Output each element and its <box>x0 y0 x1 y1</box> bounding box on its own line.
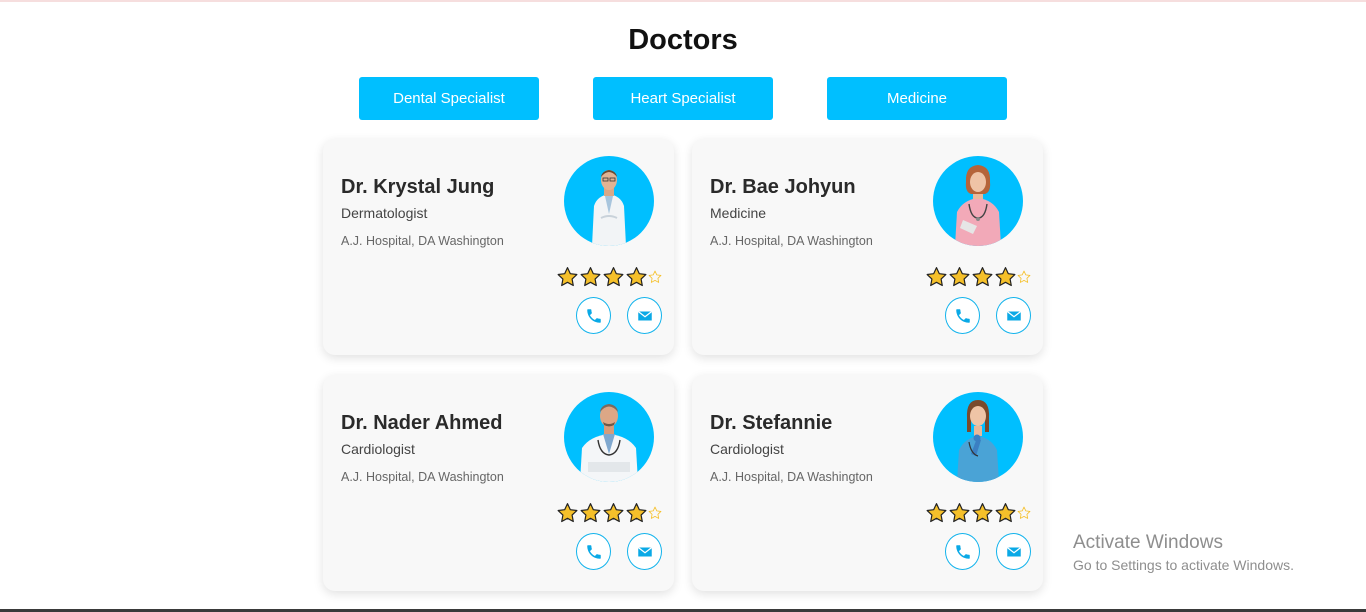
star-filled-icon <box>626 503 647 523</box>
envelope-icon <box>1006 310 1021 320</box>
star-empty-icon <box>1017 506 1031 519</box>
email-button[interactable] <box>627 297 662 334</box>
doctor-hospital: A.J. Hospital, DA Washington <box>710 234 873 248</box>
star-filled-icon <box>603 267 624 287</box>
phone-icon <box>586 544 601 559</box>
star-filled-icon <box>972 267 993 287</box>
star-filled-icon <box>557 503 578 523</box>
filter-medicine-button[interactable]: Medicine <box>827 77 1007 120</box>
envelope-icon <box>637 310 652 320</box>
star-empty-icon <box>648 270 662 283</box>
doctor-card: Dr. Bae Johyun Medicine A.J. Hospital, D… <box>692 139 1043 355</box>
email-button[interactable] <box>996 533 1031 570</box>
call-button[interactable] <box>576 297 611 334</box>
star-empty-icon <box>648 506 662 519</box>
specialty-filter-bar: Dental Specialist Heart Specialist Medic… <box>359 77 1007 120</box>
watermark-title: Activate Windows <box>1073 532 1223 553</box>
page-title: Doctors <box>628 24 738 56</box>
doctor-specialty: Medicine <box>710 205 767 221</box>
filter-heart-specialist-button[interactable]: Heart Specialist <box>593 77 773 120</box>
doctor-specialty: Dermatologist <box>341 205 428 221</box>
star-filled-icon <box>949 503 970 523</box>
watermark-subtitle: Go to Settings to activate Windows. <box>1073 557 1294 573</box>
star-filled-icon <box>926 267 947 287</box>
doctor-specialty: Cardiologist <box>341 441 415 457</box>
doctor-name: Dr. Stefannie <box>710 412 833 434</box>
doctor-card: Dr. Stefannie Cardiologist A.J. Hospital… <box>692 375 1043 591</box>
doctor-hospital: A.J. Hospital, DA Washington <box>710 470 873 484</box>
rating-stars <box>556 502 662 524</box>
call-button[interactable] <box>576 533 611 570</box>
doctor-name: Dr. Krystal Jung <box>341 176 495 198</box>
call-button[interactable] <box>945 297 980 334</box>
doctor-hospital: A.J. Hospital, DA Washington <box>341 234 504 248</box>
windows-activation-watermark: Activate Windows Go to Settings to activ… <box>1073 532 1294 573</box>
star-filled-icon <box>557 267 578 287</box>
doctor-name: Dr. Nader Ahmed <box>341 412 503 434</box>
rating-stars <box>925 502 1031 524</box>
star-filled-icon <box>926 503 947 523</box>
doctor-specialty: Cardiologist <box>710 441 784 457</box>
doctor-card: Dr. Krystal Jung Dermatologist A.J. Hosp… <box>323 139 674 355</box>
doctor-avatar <box>933 392 1023 482</box>
email-button[interactable] <box>996 297 1031 334</box>
doctor-avatar <box>933 156 1023 246</box>
filter-dental-specialist-button[interactable]: Dental Specialist <box>359 77 539 120</box>
star-filled-icon <box>995 267 1016 287</box>
doctor-avatar <box>564 156 654 246</box>
star-filled-icon <box>626 267 647 287</box>
phone-icon <box>955 544 970 559</box>
star-empty-icon <box>1017 270 1031 283</box>
email-button[interactable] <box>627 533 662 570</box>
doctor-hospital: A.J. Hospital, DA Washington <box>341 470 504 484</box>
phone-icon <box>955 308 970 323</box>
star-filled-icon <box>972 503 993 523</box>
doctor-card: Dr. Nader Ahmed Cardiologist A.J. Hospit… <box>323 375 674 591</box>
rating-stars <box>925 266 1031 288</box>
star-filled-icon <box>580 267 601 287</box>
star-filled-icon <box>580 503 601 523</box>
doctor-name: Dr. Bae Johyun <box>710 176 856 198</box>
top-border <box>0 0 1366 2</box>
doctor-avatar <box>564 392 654 482</box>
star-filled-icon <box>603 503 624 523</box>
star-filled-icon <box>995 503 1016 523</box>
star-filled-icon <box>949 267 970 287</box>
rating-stars <box>556 266 662 288</box>
envelope-icon <box>1006 546 1021 556</box>
phone-icon <box>586 308 601 323</box>
envelope-icon <box>637 546 652 556</box>
call-button[interactable] <box>945 533 980 570</box>
